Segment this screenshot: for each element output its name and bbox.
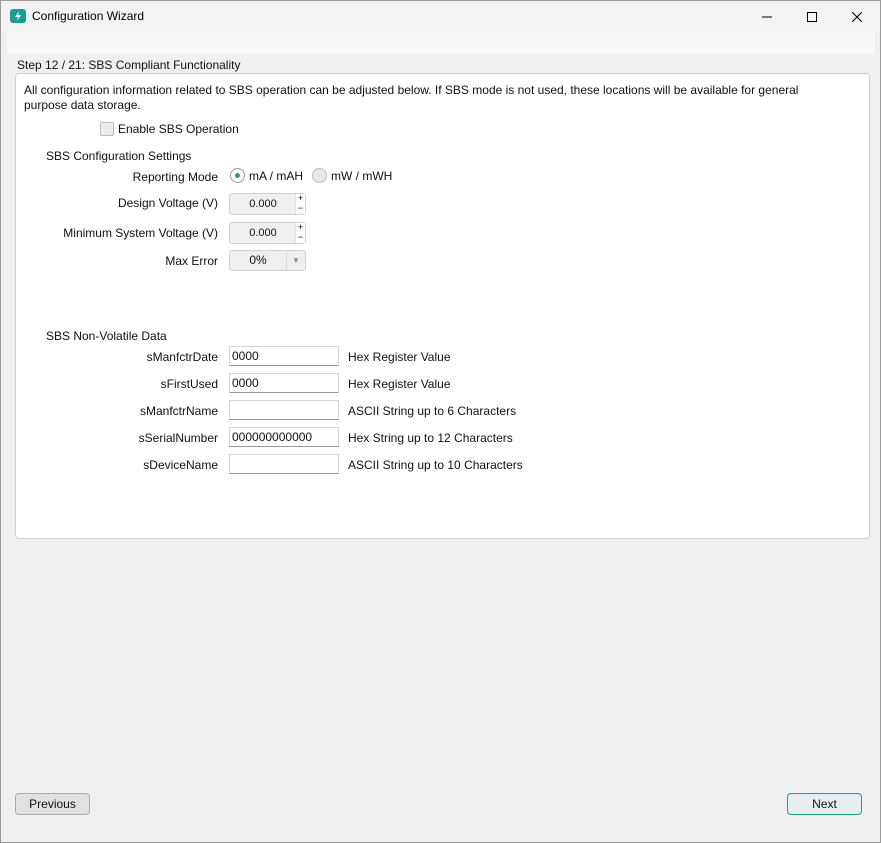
sfirstused-hint: Hex Register Value [348,377,451,391]
min-system-voltage-label: Minimum System Voltage (V) [63,226,218,240]
sdevicename-hint: ASCII String up to 10 Characters [348,458,523,472]
header-strip [7,32,875,54]
smanfctrname-hint: ASCII String up to 6 Characters [348,404,517,418]
close-button[interactable] [834,1,880,32]
next-button[interactable]: Next [787,793,862,815]
sfirstused-label: sFirstUsed [160,377,218,391]
radio-mw-mwh[interactable] [312,168,328,183]
design-voltage-label: Design Voltage (V) [117,196,218,210]
smanfctrdate-label: sManfctrDate [146,350,218,364]
minimize-button[interactable] [744,1,790,32]
maximize-icon [807,11,817,22]
radio-mw-mwh-label: mW / mWH [331,168,393,183]
enable-sbs-checkbox[interactable] [100,122,114,136]
enable-sbs-checkbox-row[interactable]: Enable SBS Operation [100,122,239,136]
sbs-nv-data-title: SBS Non-Volatile Data [46,329,167,343]
smanfctrdate-hint: Hex Register Value [348,350,451,364]
enable-sbs-label: Enable SBS Operation [118,122,239,136]
design-voltage-value[interactable]: 0.000 [230,194,296,214]
radio-ma-mah[interactable] [230,168,245,183]
smanfctrname-label: sManfctrName [139,404,218,418]
min-system-voltage-value[interactable]: 0.000 [230,223,296,243]
sserialnumber-hint: Hex String up to 12 Characters [348,431,513,445]
reporting-mode-label: Reporting Mode [132,170,218,184]
sfirstused-input[interactable]: 0000 [229,373,339,393]
previous-button[interactable]: Previous [15,793,90,815]
window-title: Configuration Wizard [32,9,145,23]
max-error-dropdown[interactable]: 0% ▼ [229,250,306,271]
smanfctrdate-input[interactable]: 0000 [229,346,339,366]
design-voltage-spinner[interactable]: 0.000 + − [229,193,306,215]
chevron-down-icon[interactable]: ▼ [286,251,305,270]
title-bar[interactable]: Configuration Wizard [1,1,880,32]
minimize-icon [762,16,772,17]
configuration-wizard-window: Configuration Wizard Step 12 / 21: SBS C… [0,0,881,843]
decrement-icon[interactable]: − [296,233,305,243]
min-system-voltage-spinner[interactable]: 0.000 + − [229,222,306,244]
sserialnumber-input[interactable]: 000000000000 [229,427,339,447]
max-error-value: 0% [249,253,267,267]
maximize-button[interactable] [789,1,835,32]
description-text: All configuration information related to… [24,83,799,112]
sdevicename-label: sDeviceName [143,458,218,472]
battery-bolt-icon [10,9,26,23]
sserialnumber-label: sSerialNumber [138,431,218,445]
close-icon [852,11,862,22]
sbs-config-title: SBS Configuration Settings [46,149,192,163]
decrement-icon[interactable]: − [296,204,305,214]
sdevicename-input[interactable] [229,454,339,474]
radio-ma-mah-label: mA / mAH [249,168,304,183]
max-error-label: Max Error [165,254,218,268]
reporting-mode-radio-group: mA / mAH mW / mWH [230,168,401,183]
smanfctrname-input[interactable] [229,400,339,420]
step-label: Step 12 / 21: SBS Compliant Functionalit… [17,58,241,72]
